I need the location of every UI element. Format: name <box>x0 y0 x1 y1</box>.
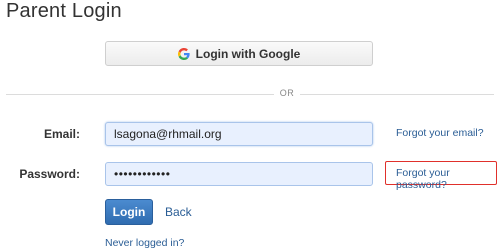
email-label: Email: <box>43 127 80 141</box>
password-field[interactable]: •••••••••••• <box>105 162 373 186</box>
google-icon <box>177 47 190 60</box>
divider-line-left <box>6 94 274 95</box>
login-with-google-button[interactable]: Login with Google <box>105 41 373 66</box>
password-label: Password: <box>19 167 80 181</box>
never-logged-in-link[interactable]: Never logged in? <box>105 237 184 249</box>
back-link[interactable]: Back <box>165 205 192 219</box>
email-field[interactable]: lsagona@rhmail.org <box>105 122 373 146</box>
divider-or-text: OR <box>279 88 295 98</box>
forgot-password-link[interactable]: Forgot your password? <box>396 167 500 191</box>
password-value: •••••••••••• <box>114 167 171 181</box>
forgot-email-link[interactable]: Forgot your email? <box>396 127 484 139</box>
login-button[interactable]: Login <box>105 199 153 225</box>
google-button-label: Login with Google <box>195 46 301 61</box>
divider-line-right <box>300 94 494 95</box>
email-value: lsagona@rhmail.org <box>114 127 222 141</box>
page-title: Parent Login <box>6 0 122 22</box>
